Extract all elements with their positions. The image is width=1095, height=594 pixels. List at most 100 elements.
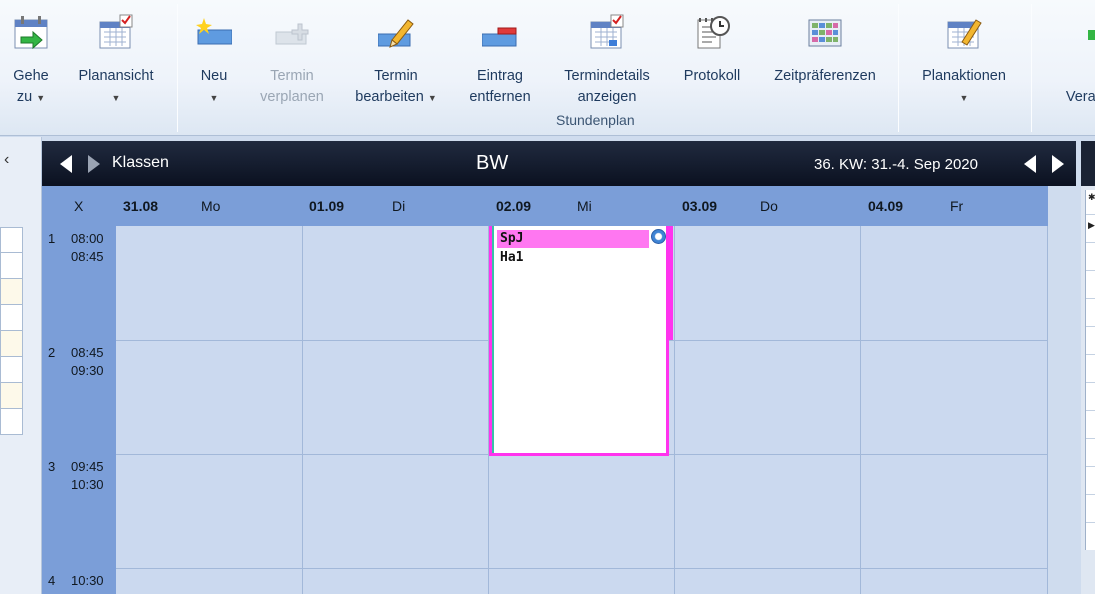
left-list-row[interactable] [0, 227, 23, 253]
slot-number: 1 [48, 231, 56, 246]
neu-label: Neu [200, 68, 228, 84]
ribbon-separator [1031, 4, 1032, 132]
time-preferences-grid-icon [808, 19, 842, 47]
day-name: Mo [201, 198, 221, 214]
appointment-subject: SpJ [500, 231, 524, 246]
appointment-status-icon [651, 229, 666, 244]
new-entry-icon [196, 18, 232, 45]
protokoll-button[interactable]: Protokoll [672, 0, 752, 108]
next-element-icon[interactable] [88, 155, 100, 173]
dropdown-arrow-icon: ▼ [209, 93, 219, 103]
termin-verplanen-button[interactable]: Termin verplanen [250, 0, 334, 108]
termindetails-anzeigen-button[interactable]: Termindetails anzeigen [552, 0, 662, 108]
dropdown-arrow-icon: ▼ [427, 93, 437, 103]
slot-number: 3 [48, 459, 56, 474]
termin-verplanen-label-1: Termin [270, 68, 314, 84]
slot-start: 08:45 [71, 345, 104, 360]
right-panel-grid: ✱ ▶ [1085, 190, 1095, 550]
left-list-row[interactable] [0, 331, 23, 357]
left-panel-collapsed: ‹ [0, 137, 42, 594]
prev-week-icon[interactable] [1024, 155, 1036, 173]
gehe-zu-label-2: zu [16, 89, 33, 105]
ribbon-group-label: Stundenplan [556, 112, 635, 128]
eintrag-entfernen-label-2: entfernen [469, 89, 531, 105]
current-row-icon: ▶ [1088, 220, 1095, 230]
left-list-row[interactable] [0, 409, 23, 435]
termindetails-label-2: anzeigen [577, 89, 637, 105]
day-name: Fr [950, 198, 964, 214]
appointment-room: Ha1 [500, 250, 524, 265]
edit-pencil-icon [378, 19, 414, 48]
day-name: Mi [577, 198, 592, 214]
slot-time: 10:30 [71, 572, 104, 590]
zeitpraeferenzen-button[interactable]: Zeitpräferenzen [763, 0, 887, 108]
remove-entry-icon [482, 27, 517, 47]
neue-veranstaltung-label-2: Verans [1065, 89, 1095, 105]
neu-button[interactable]: Neu ▼ [190, 0, 238, 108]
eintrag-entfernen-label-1: Eintrag [477, 68, 523, 84]
left-list-row[interactable] [0, 253, 23, 279]
new-event-icon [1088, 30, 1095, 40]
dropdown-arrow-icon: ▼ [36, 93, 46, 103]
next-week-icon[interactable] [1052, 155, 1064, 173]
ribbon-separator [177, 4, 178, 132]
new-row-icon: ✱ [1088, 192, 1095, 202]
gehe-zu-button[interactable]: Gehe zu ▼ [4, 0, 58, 108]
left-panel-list [0, 227, 23, 435]
schedule-add-icon [275, 23, 309, 45]
left-list-row[interactable] [0, 279, 23, 305]
eintrag-entfernen-button[interactable]: Eintrag entfernen [459, 0, 541, 108]
week-label: 36. KW: 31.-4. Sep 2020 [814, 156, 978, 173]
plan-title-bar: Klassen BW 36. KW: 31.-4. Sep 2020 [42, 141, 1076, 186]
left-list-row[interactable] [0, 357, 23, 383]
planaktionen-label: Planaktionen [922, 68, 1006, 84]
prev-element-icon[interactable] [60, 155, 72, 173]
slot-start: 08:00 [71, 231, 104, 246]
slot-end: 08:45 [71, 249, 104, 264]
neue-veranstaltung-button[interactable]: NVerans [1040, 0, 1095, 108]
calendar-goto-icon [14, 16, 48, 50]
day-date: 04.09 [868, 198, 904, 214]
ribbon-toolbar: Gehe zu ▼ Planansicht ▼ Neu ▼ Termin verplan… [0, 0, 1095, 136]
gehe-zu-label-1: Gehe [13, 68, 49, 84]
appointment-resize-bar[interactable] [668, 226, 673, 340]
slot-start: 10:30 [71, 573, 104, 588]
dropdown-arrow-icon: ▼ [111, 93, 121, 103]
day-header-row: X 31.08 Mo 01.09 Di 02.09 Mi 03.09 Do 04… [42, 186, 1048, 226]
log-clock-icon [697, 16, 730, 49]
planansicht-button[interactable]: Planansicht ▼ [66, 0, 166, 108]
slot-end: 09:30 [71, 363, 104, 378]
corner-label: X [74, 198, 84, 214]
protokoll-label: Protokoll [683, 68, 741, 84]
zeitpraeferenzen-label: Zeitpräferenzen [774, 68, 876, 84]
slot-time: 08:00 08:45 [71, 230, 104, 266]
appointment-details-icon [590, 14, 624, 49]
view-type-label[interactable]: Klassen [112, 154, 169, 172]
appointment-card[interactable]: SpJ Ha1 [489, 226, 669, 456]
termin-bearbeiten-button[interactable]: Termin bearbeiten ▼ [344, 0, 448, 108]
day-date: 31.08 [123, 198, 159, 214]
left-list-row[interactable] [0, 305, 23, 331]
day-date: 01.09 [309, 198, 345, 214]
slot-time: 09:45 10:30 [71, 458, 104, 494]
day-date: 03.09 [682, 198, 718, 214]
calendar-view-icon [99, 14, 133, 49]
dropdown-arrow-icon: ▼ [959, 93, 969, 103]
planansicht-label: Planansicht [78, 68, 154, 84]
slot-start: 09:45 [71, 459, 104, 474]
collapse-left-icon[interactable]: ‹ [4, 151, 9, 169]
day-name: Do [760, 198, 778, 214]
slot-number: 2 [48, 345, 56, 360]
plan-title: BW [476, 152, 509, 174]
ribbon-separator [898, 4, 899, 132]
slot-end: 10:30 [71, 477, 104, 492]
day-date: 02.09 [496, 198, 532, 214]
termin-bearbeiten-label-1: Termin [374, 68, 418, 84]
slot-number: 4 [48, 573, 56, 588]
time-slot-column: 1 08:00 08:45 2 08:45 09:30 3 09:45 10:30 4… [42, 226, 116, 594]
planaktionen-button[interactable]: Planaktionen ▼ [908, 0, 1020, 108]
slot-time: 08:45 09:30 [71, 344, 104, 380]
left-list-row[interactable] [0, 383, 23, 409]
right-panel-header [1081, 141, 1095, 186]
day-name: Di [392, 198, 406, 214]
